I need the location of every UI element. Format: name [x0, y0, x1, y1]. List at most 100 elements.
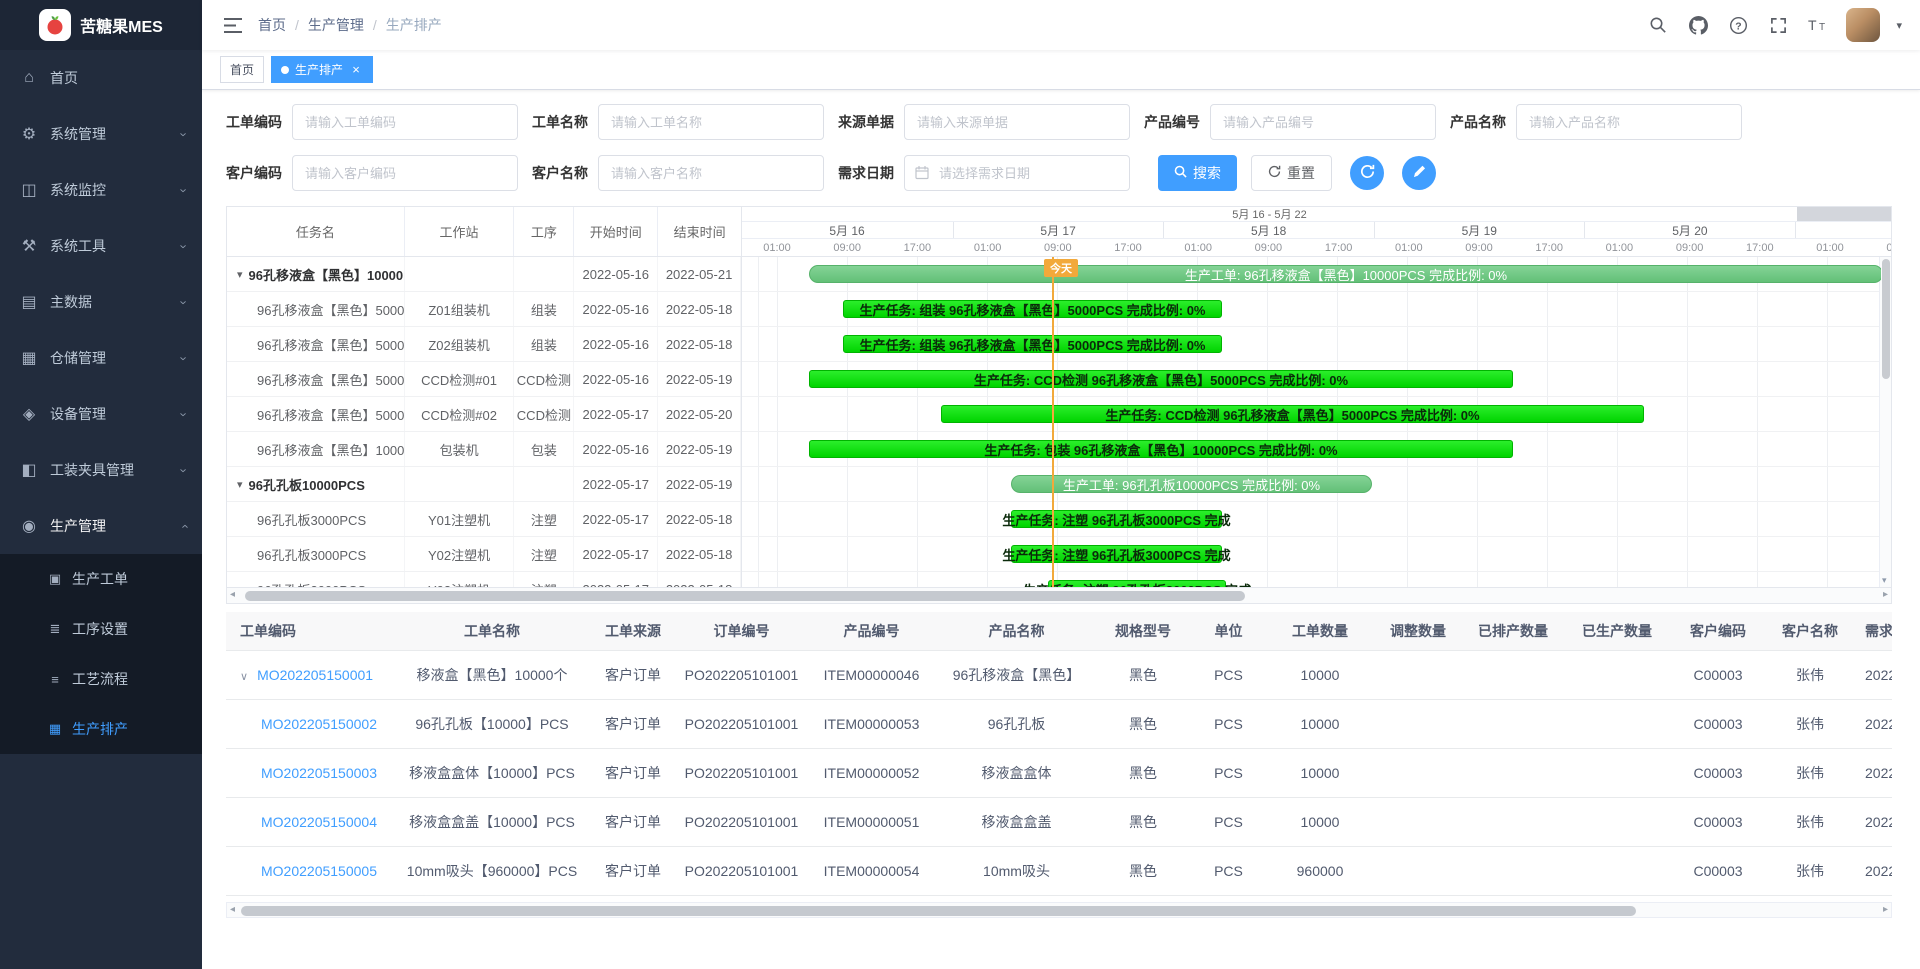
sidebar-item-label: 系统管理	[50, 124, 106, 144]
expand-row-icon[interactable]: ∨	[240, 671, 248, 683]
sidebar-item-8[interactable]: ◉生产管理›	[0, 498, 202, 554]
gantt-hour-tick: 17:00	[1304, 239, 1374, 256]
filter-input-0-3[interactable]	[1210, 104, 1436, 140]
gantt-left-header: 任务名工作站工序开始时间结束时间	[227, 207, 742, 256]
gantt-start-time: 2022-05-16	[574, 362, 658, 396]
sidebar-subitem-3[interactable]: ▦生产排产	[0, 704, 202, 754]
gantt-column-header-2: 工序	[514, 207, 574, 256]
order-row-0: ∨MO202205150001移液盒【黑色】10000个客户订单PO202205…	[226, 650, 1892, 699]
sidebar-subitem-label: 生产排产	[72, 719, 128, 739]
gantt-task-bar[interactable]: 生产任务: 注塑 96孔孔板3000PCS 完成	[1011, 545, 1222, 563]
gantt-task-row-2: 96孔移液盒【黑色】5000PCSZ02组装机组装2022-05-162022-…	[227, 327, 741, 362]
scroll-left-icon[interactable]: ◂	[230, 904, 235, 915]
gantt-order-bar[interactable]: 生产工单: 96孔孔板10000PCS 完成比例: 0%	[1011, 475, 1372, 493]
edit-schedule-button[interactable]	[1402, 156, 1436, 190]
filter-input-0-0[interactable]	[292, 104, 518, 140]
order-row-2: MO202205150003移液盒盒体【10000】PCS客户订单PO20220…	[226, 748, 1892, 797]
gantt-task-bar[interactable]: 生产任务: 组装 96孔移液盒【黑色】5000PCS 完成比例: 0%	[843, 335, 1222, 353]
order-code-link[interactable]: MO202205150002	[261, 716, 377, 732]
scroll-right-icon[interactable]: ▸	[1883, 589, 1888, 600]
sidebar-item-0[interactable]: ⌂首页	[0, 50, 202, 106]
gantt-start-time: 2022-05-17	[574, 502, 658, 536]
sidebar-subitem-1[interactable]: ≣工序设置	[0, 604, 202, 654]
gantt-task-name: ▾96孔孔板10000PCS	[227, 467, 405, 501]
sidebar-item-3[interactable]: ⚒系统工具›	[0, 218, 202, 274]
order-code-link[interactable]: MO202205150005	[261, 863, 377, 879]
gantt-task-name: 96孔移液盒【黑色】5000PCS	[227, 327, 405, 361]
gantt-task-row-9: 96孔孔板3000PCSY03注塑机注塑2022-05-172022-05-18	[227, 572, 741, 587]
gantt-hour-tick: 09:00	[1655, 239, 1725, 256]
sidebar-item-label: 仓储管理	[50, 348, 106, 368]
scroll-right-icon[interactable]: ▸	[1883, 904, 1888, 915]
expand-arrow-icon[interactable]: ▾	[237, 268, 243, 281]
sidebar-item-1[interactable]: ⚙系统管理›	[0, 106, 202, 162]
filter-field-1-1: 客户名称	[532, 155, 824, 191]
expand-arrow-icon[interactable]: ▾	[237, 478, 243, 491]
sidebar-subitem-2[interactable]: ≡工艺流程	[0, 654, 202, 704]
sidebar-toggle-icon[interactable]	[216, 8, 250, 42]
app-logo[interactable]: 苦糖果MES	[0, 0, 202, 50]
search-button-label: 搜索	[1193, 163, 1221, 183]
sidebar-item-5[interactable]: ▦仓储管理›	[0, 330, 202, 386]
gantt-hscroll-thumb[interactable]	[245, 591, 1245, 601]
gantt-task-bar[interactable]: 生产任务: 注塑 96孔孔板3000PCS 完成	[1011, 510, 1222, 528]
search-button[interactable]: 搜索	[1158, 155, 1237, 191]
filter-input-1-1[interactable]	[598, 155, 824, 191]
sidebar-item-4[interactable]: ▤主数据›	[0, 274, 202, 330]
filter-input-0-4[interactable]	[1516, 104, 1742, 140]
font-size-icon[interactable]: TT	[1806, 13, 1830, 37]
gantt-process: 组装	[514, 292, 574, 326]
gantt-horizontal-scrollbar[interactable]: ◂ ▸	[227, 587, 1891, 603]
gantt-vscroll-thumb[interactable]	[1882, 259, 1890, 379]
user-menu-caret-icon[interactable]: ▾	[1896, 19, 1902, 32]
github-icon[interactable]	[1686, 13, 1710, 37]
gantt-task-bar[interactable]: 生产任务: 包装 96孔移液盒【黑色】10000PCS 完成比例: 0%	[809, 440, 1513, 458]
gantt-task-bar[interactable]: 生产任务: 组装 96孔移液盒【黑色】5000PCS 完成比例: 0%	[843, 300, 1222, 318]
table-hscroll-thumb[interactable]	[241, 906, 1636, 916]
filter-input-1-2[interactable]	[904, 155, 1130, 191]
tab-1[interactable]: 生产排产×	[271, 56, 373, 83]
reset-button[interactable]: 重置	[1251, 155, 1332, 191]
breadcrumb-item-1[interactable]: 生产管理	[308, 15, 364, 35]
scroll-down-icon[interactable]: ▾	[1882, 575, 1887, 586]
gantt-task-bar[interactable]: 生产任务: 注塑 96孔孔板3000PCS 完成	[1048, 580, 1226, 587]
order-code-link[interactable]: MO202205150001	[257, 667, 373, 683]
refresh-gantt-button[interactable]	[1350, 156, 1384, 190]
gantt-task-bar[interactable]: 生产任务: CCD检测 96孔移液盒【黑色】5000PCS 完成比例: 0%	[941, 405, 1644, 423]
user-avatar[interactable]	[1846, 8, 1880, 42]
order-row-3: MO202205150004移液盒盒盖【10000】PCS客户订单PO20220…	[226, 797, 1892, 846]
sidebar-subitem-0[interactable]: ▣生产工单	[0, 554, 202, 604]
gantt-end-time: 2022-05-19	[658, 432, 741, 466]
orders-column-14: 需求日期	[1853, 612, 1892, 650]
table-horizontal-scrollbar[interactable]: ◂ ▸	[226, 902, 1892, 918]
order-code-link[interactable]: MO202205150003	[261, 765, 377, 781]
filter-input-0-2[interactable]	[904, 104, 1130, 140]
sidebar-item-7[interactable]: ◧工装夹具管理›	[0, 442, 202, 498]
search-icon[interactable]	[1646, 13, 1670, 37]
gantt-header: 任务名工作站工序开始时间结束时间 5月 16 - 5月 22 5月 165月 1…	[227, 207, 1891, 257]
gantt-task-row-5: 96孔移液盒【黑色】10000PCS包装机包装2022-05-162022-05…	[227, 432, 741, 467]
gantt-column-header-4: 结束时间	[658, 207, 741, 256]
gantt-column-header-1: 工作站	[405, 207, 515, 256]
order-code-link[interactable]: MO202205150004	[261, 814, 377, 830]
gantt-lane-4: 生产任务: CCD检测 96孔移液盒【黑色】5000PCS 完成比例: 0%	[742, 397, 1881, 432]
gantt-task-bar[interactable]: 生产任务: CCD检测 96孔移液盒【黑色】5000PCS 完成比例: 0%	[809, 370, 1513, 388]
logo-fruit-icon	[39, 9, 71, 41]
breadcrumb-item-0[interactable]: 首页	[258, 15, 286, 35]
gantt-lane-9: 生产任务: 注塑 96孔孔板3000PCS 完成	[742, 572, 1881, 587]
filter-input-1-0[interactable]	[292, 155, 518, 191]
gantt-vertical-scrollbar[interactable]: ▾	[1879, 257, 1891, 587]
tab-0[interactable]: 首页	[220, 56, 264, 83]
help-icon[interactable]: ?	[1726, 13, 1750, 37]
warehouse-icon: ▦	[18, 348, 40, 368]
sidebar-item-6[interactable]: ◈设备管理›	[0, 386, 202, 442]
process-icon: ≣	[46, 621, 64, 637]
filter-input-0-1[interactable]	[598, 104, 824, 140]
gantt-order-bar[interactable]: 生产工单: 96孔移液盒【黑色】10000PCS 完成比例: 0%	[809, 265, 1881, 283]
reset-button-label: 重置	[1287, 163, 1315, 183]
fullscreen-icon[interactable]	[1766, 13, 1790, 37]
page-content: 工单编码工单名称来源单据产品编号产品名称客户编码客户名称需求日期搜索重置 任务名…	[202, 90, 1920, 969]
sidebar-item-2[interactable]: ◫系统监控›	[0, 162, 202, 218]
scroll-left-icon[interactable]: ◂	[230, 589, 235, 600]
tab-close-icon[interactable]: ×	[349, 63, 363, 77]
